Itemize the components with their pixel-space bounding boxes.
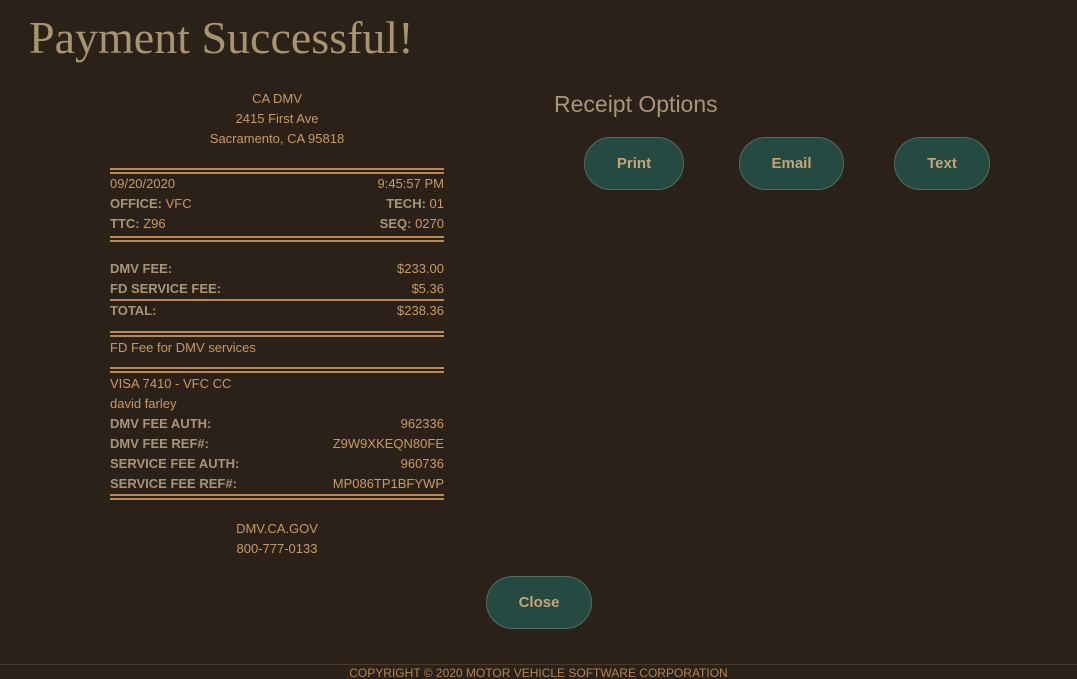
service-fee-label: FD SERVICE FEE: — [110, 281, 222, 296]
receipt-time: 9:45:57 PM — [377, 176, 445, 191]
card-info: VISA 7410 - VFC CC — [110, 376, 232, 391]
close-button[interactable]: Close — [486, 576, 592, 629]
service-fee-auth-label: SERVICE FEE AUTH: — [110, 456, 240, 471]
print-button[interactable]: Print — [584, 137, 684, 190]
email-button[interactable]: Email — [739, 137, 844, 190]
receipt-note: FD Fee for DMV services — [110, 340, 256, 355]
receipt: CA DMV 2415 First Ave Sacramento, CA 958… — [110, 89, 444, 559]
total-row: TOTAL: $238.36 — [110, 301, 444, 321]
dmv-fee-ref-value: Z9W9XKEQN80FE — [332, 436, 444, 451]
dmv-fee-auth-value: 962336 — [400, 416, 444, 431]
seq-label: SEQ: — [379, 216, 412, 231]
text-button[interactable]: Text — [894, 137, 990, 190]
receipt-address-line2: Sacramento, CA 95818 — [209, 131, 345, 146]
receipt-office-row: OFFICE: VFC TECH: 01 — [110, 194, 444, 214]
dmv-fee-auth-row: DMV FEE AUTH: 962336 — [110, 414, 444, 434]
dmv-fee-ref-row: DMV FEE REF#: Z9W9XKEQN80FE — [110, 434, 444, 454]
cardholder-name: david farley — [110, 396, 177, 411]
service-fee-ref-value: MP086TP1BFYWP — [332, 476, 444, 491]
service-fee-value: $5.36 — [411, 281, 444, 296]
receipt-website: DMV.CA.GOV — [236, 521, 318, 536]
dmv-fee-auth-label: DMV FEE AUTH: — [110, 416, 212, 431]
page-title: Payment Successful! — [29, 12, 414, 63]
office-label: OFFICE: — [110, 196, 162, 211]
receipt-ttc-row: TTC: Z96 SEQ: 0270 — [110, 214, 444, 234]
total-label: TOTAL: — [110, 303, 157, 318]
receipt-date: 09/20/2020 — [110, 176, 176, 191]
tech-label: TECH: — [386, 196, 426, 211]
tech-value: 01 — [429, 196, 444, 211]
service-fee-auth-row: SERVICE FEE AUTH: 960736 — [110, 454, 444, 474]
total-value: $238.36 — [397, 303, 444, 318]
dmv-fee-ref-label: DMV FEE REF#: — [110, 436, 209, 451]
dmv-fee-row: DMV FEE: $233.00 — [110, 259, 444, 279]
receipt-phone: 800-777-0133 — [236, 541, 318, 556]
receipt-address-line1: 2415 First Ave — [235, 111, 319, 126]
seq-value: 0270 — [415, 216, 444, 231]
ttc-label: TTC: — [110, 216, 140, 231]
copyright-footer: COPYRIGHT © 2020 MOTOR VEHICLE SOFTWARE … — [0, 664, 1077, 679]
service-fee-ref-label: SERVICE FEE REF#: — [110, 476, 237, 491]
office-value: VFC — [165, 196, 192, 211]
dmv-fee-value: $233.00 — [397, 261, 444, 276]
receipt-datetime-row: 09/20/2020 9:45:57 PM — [110, 174, 444, 194]
ttc-value: Z96 — [143, 216, 166, 231]
receipt-options-title: Receipt Options — [554, 91, 718, 117]
receipt-agency: CA DMV — [252, 91, 302, 106]
service-fee-ref-row: SERVICE FEE REF#: MP086TP1BFYWP — [110, 474, 444, 494]
service-fee-row: FD SERVICE FEE: $5.36 — [110, 279, 444, 299]
service-fee-auth-value: 960736 — [400, 456, 444, 471]
dmv-fee-label: DMV FEE: — [110, 261, 173, 276]
